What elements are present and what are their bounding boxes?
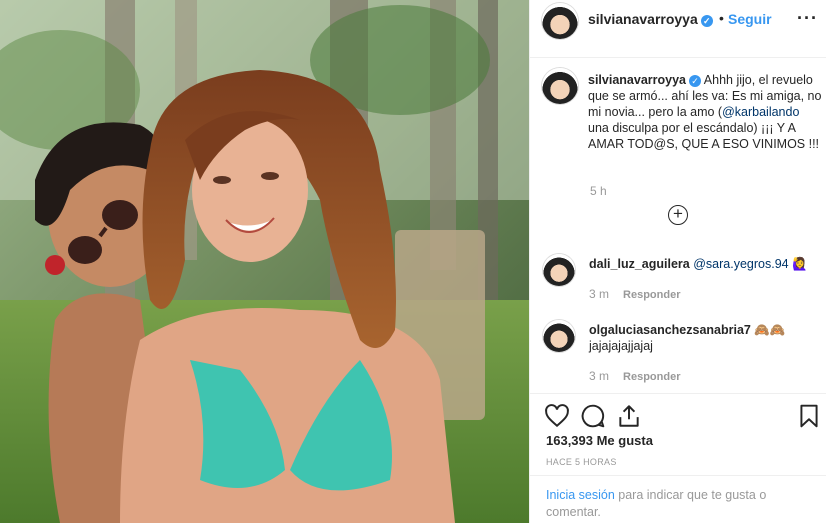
comment-time[interactable]: 3 m [589,287,609,301]
verified-icon: ✓ [700,15,713,27]
caption-username[interactable]: silvianavarroyya [588,73,686,87]
post-header: silvianavarroyya ✓ • Seguir ··· [530,0,826,58]
author-avatar[interactable] [542,3,578,39]
commenter-avatar[interactable] [543,254,575,286]
plus-circle-icon[interactable]: + [668,205,688,225]
commenter-avatar[interactable] [543,320,575,352]
caption-mention-link[interactable]: @karbailando [722,105,799,119]
comment-icon[interactable] [580,403,606,429]
author-username-row[interactable]: silvianavarroyya ✓ [588,11,713,27]
post-photo[interactable] [0,0,529,523]
comment: olgaluciasanchezsanabria7 🙈🙈 jajajajajja… [589,322,819,354]
heart-icon[interactable] [544,403,570,429]
comment-meta: 3 m Responder [589,287,680,301]
login-divider [530,475,826,476]
comment-username[interactable]: olgaluciasanchezsanabria7 [589,323,751,337]
caption-text-after: una disculpa por el escándalo) ¡¡¡ Y A A… [588,121,820,151]
header-separator: • [719,10,724,26]
post-sidebar: silvianavarroyya ✓ • Seguir ··· silvianav… [529,0,826,523]
author-username[interactable]: silvianavarroyya [588,11,698,27]
instagram-post: silvianavarroyya ✓ • Seguir ··· silvianav… [0,0,826,523]
verified-icon: ✓ [689,75,701,87]
post-caption: silvianavarroyya ✓ Ahhh jijo, el revuelo … [588,72,822,152]
comment-mention-link[interactable]: @sara.yegros.94 [693,257,788,271]
comment-text: 🙋‍♀️ [788,257,808,271]
reply-button[interactable]: Responder [623,289,680,301]
photo-illustration [0,0,529,523]
comment-time[interactable]: 3 m [589,369,609,383]
caption-timestamp[interactable]: 5 h [590,184,607,198]
share-icon[interactable] [616,403,642,429]
caption-avatar[interactable] [542,68,578,104]
comment-username[interactable]: dali_luz_aguilera [589,257,690,271]
more-options-icon[interactable]: ··· [797,8,818,29]
follow-button[interactable]: Seguir [728,11,772,27]
comment-meta: 3 m Responder [589,369,680,383]
likes-count[interactable]: 163,393 Me gusta [546,433,653,448]
comment: dali_luz_aguilera @sara.yegros.94 🙋‍♀️ [589,256,819,272]
login-prompt: Inicia sesión para indicar que te gusta … [546,487,816,521]
actions-divider [530,393,826,394]
post-age[interactable]: HACE 5 HORAS [546,457,617,467]
login-link[interactable]: Inicia sesión [546,488,615,502]
reply-button[interactable]: Responder [623,371,680,383]
bookmark-icon[interactable] [796,403,822,429]
